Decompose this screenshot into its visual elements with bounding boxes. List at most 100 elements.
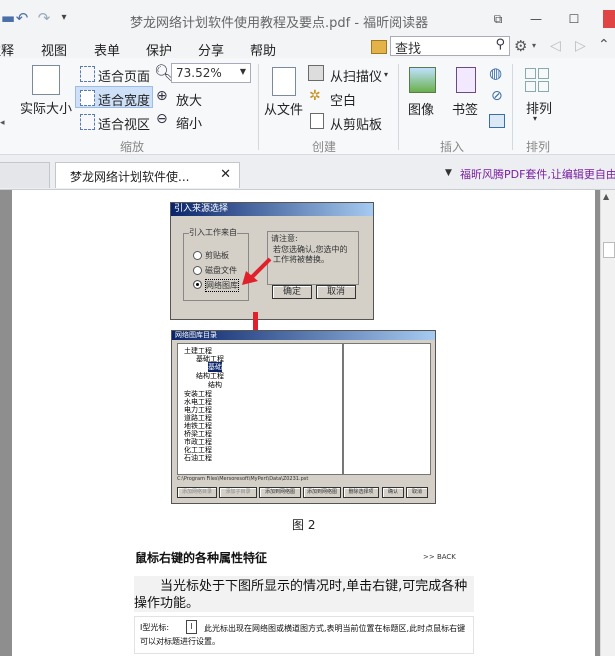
from-scanner-button[interactable]: 从扫描仪 xyxy=(330,66,382,85)
tab-document-label: 梦龙网络计划软件使... xyxy=(70,170,190,184)
section-heading: 鼠标右键的各种属性特征 xyxy=(135,551,268,565)
fit-view-button[interactable]: 适合视区 xyxy=(98,114,150,133)
add-to-network-button-2[interactable]: 添加到网络图 xyxy=(303,487,341,498)
cursor-note-text: 此光标出现在网络图或横道图方式,表明当前位置在标题区,此时点鼠标右键可以对标题进… xyxy=(140,624,466,646)
dialog2-ok-button[interactable]: 确认 xyxy=(382,487,404,498)
previous-result-icon[interactable]: ◁ xyxy=(550,38,561,54)
from-clipboard-button[interactable]: 从剪贴板 xyxy=(330,114,382,133)
blank-page-icon[interactable]: ✲ xyxy=(309,88,321,104)
back-link[interactable]: >> BACK xyxy=(423,553,456,561)
network-library-dialog: 网络图库目录 土建工程 基础工程 基础 结构工程 结构 安装工程 水电工程 电力… xyxy=(171,330,436,504)
restore-layout-button[interactable]: ⧉ xyxy=(486,9,510,29)
from-file-icon[interactable] xyxy=(272,67,296,96)
add-subdir-button[interactable]: 添加子目录 xyxy=(219,487,257,498)
library-tree[interactable]: 土建工程 基础工程 基础 结构工程 结构 安装工程 水电工程 电力工程 道路工程… xyxy=(177,343,343,475)
settings-dropdown-icon[interactable]: ▾ xyxy=(532,41,536,50)
menu-view[interactable]: 视图 xyxy=(41,40,67,59)
tab-list-dropdown-icon[interactable]: ▼ xyxy=(445,168,452,178)
fit-page-icon[interactable] xyxy=(80,66,95,82)
from-scanner-dropdown-icon[interactable]: ▾ xyxy=(384,70,388,79)
zoom-level-value: 73.52% xyxy=(176,66,222,80)
blank-button[interactable]: 空白 xyxy=(330,90,356,109)
video-icon[interactable] xyxy=(489,114,505,128)
fit-view-icon[interactable] xyxy=(80,114,95,130)
search-input[interactable]: 查找 ⚲ xyxy=(390,36,510,57)
minimize-button[interactable]: — xyxy=(524,9,548,29)
library-path: C:\Program Files\Mersoresoft\MyPert\Data… xyxy=(177,476,309,482)
undo-icon[interactable]: ↶ xyxy=(14,10,30,26)
window-title: 梦龙网络计划软件使用教程及要点.pdf - 福昕阅读器 xyxy=(130,16,429,31)
delete-selection-button[interactable]: 删除选择项 xyxy=(343,487,379,498)
dialog2-cancel-button[interactable]: 取消 xyxy=(406,487,428,498)
arrange-dropdown-icon[interactable]: ▾ xyxy=(533,114,537,123)
tab-document[interactable]: 梦龙网络计划软件使... ✕ xyxy=(55,162,240,188)
redo-icon[interactable]: ↷ xyxy=(36,10,52,26)
menu-help[interactable]: 帮助 xyxy=(250,40,276,59)
add-to-network-button[interactable]: 添加到网络图 xyxy=(259,487,301,498)
menu-protect[interactable]: 保护 xyxy=(146,40,172,59)
fit-page-button[interactable]: 适合页面 xyxy=(98,66,150,85)
tab-start[interactable] xyxy=(0,162,50,188)
scanner-icon[interactable] xyxy=(308,65,324,81)
link-globe-icon[interactable]: ◍ xyxy=(489,64,502,82)
maximize-button[interactable]: ☐ xyxy=(562,9,586,29)
actual-size-icon[interactable] xyxy=(32,65,60,95)
next-result-icon[interactable]: ▷ xyxy=(575,38,586,54)
close-tab-icon[interactable]: ✕ xyxy=(220,167,231,182)
network-library-dialog-title: 网络图库目录 xyxy=(172,331,435,340)
library-preview-pane xyxy=(343,343,431,475)
zoom-dropdown-icon[interactable]: ▼ xyxy=(240,67,246,76)
arrange-button[interactable]: 排列 xyxy=(526,98,552,117)
dialog1-ok-button[interactable]: 确定 xyxy=(272,285,312,299)
from-file-button[interactable]: 从文件 xyxy=(264,99,303,118)
clipboard-icon[interactable] xyxy=(310,113,324,129)
zoom-level-select[interactable]: 73.52% ▼ xyxy=(171,63,251,83)
attachment-icon[interactable]: ⊘ xyxy=(491,88,503,104)
close-button[interactable] xyxy=(603,10,615,28)
search-icon[interactable]: ⚲ xyxy=(495,37,505,52)
bookmark-icon[interactable] xyxy=(456,67,476,93)
image-button[interactable]: 图像 xyxy=(408,99,434,118)
fit-width-icon[interactable] xyxy=(80,90,95,106)
radio-clipboard-label: 剪贴板 xyxy=(205,251,229,260)
group-label-arrange: 排列 xyxy=(526,140,551,154)
settings-gear-icon[interactable]: ⚙ xyxy=(514,37,527,55)
zoom-out-button[interactable]: 缩小 xyxy=(176,113,202,132)
radio-clipboard[interactable] xyxy=(193,251,202,260)
scroll-thumb[interactable] xyxy=(603,242,615,258)
folder-search-icon[interactable] xyxy=(371,40,387,54)
radio-disk-file-label: 磁盘文件 xyxy=(205,266,237,275)
menu-share[interactable]: 分享 xyxy=(198,40,224,59)
search-placeholder: 查找 xyxy=(395,42,422,57)
arrange-icon[interactable] xyxy=(525,68,549,92)
fit-width-button[interactable]: 适合宽度 xyxy=(98,90,150,109)
import-source-dialog-title: 引入来源选择 xyxy=(171,203,373,216)
menu-form[interactable]: 表单 xyxy=(94,40,120,59)
radio-network-library[interactable] xyxy=(193,280,202,289)
paragraph-text: 当光标处于下图所显示的情况时,单击右键,可完成各种操作功能。 xyxy=(134,579,468,611)
zoom-out-icon[interactable]: ⊖ xyxy=(156,111,168,127)
zoom-in-icon[interactable]: ⊕ xyxy=(156,88,168,104)
promo-link[interactable]: 福昕风腾PDF套件,让编辑更自由 xyxy=(460,166,615,182)
group-label-zoom: 缩放 xyxy=(120,140,145,154)
ribbon-separator xyxy=(512,64,513,150)
ribbon-separator xyxy=(258,64,259,150)
image-icon[interactable] xyxy=(409,67,436,93)
vertical-scrollbar[interactable]: ▲ xyxy=(600,190,615,656)
group-label-insert: 插入 xyxy=(440,140,465,154)
radio-network-library-label: 网络图库 xyxy=(205,279,239,292)
actual-size-button[interactable]: 实际大小 xyxy=(20,98,72,117)
scroll-up-icon[interactable]: ▲ xyxy=(603,192,609,201)
add-network-dir-button[interactable]: 添加网络目录 xyxy=(177,487,217,498)
notice-body: 若您选确认,您选中的工作将被替换。 xyxy=(273,245,348,264)
zoom-in-button[interactable]: 放大 xyxy=(176,90,202,109)
notice-title: 请注意: xyxy=(271,234,298,243)
tree-item[interactable]: 石油工程 xyxy=(184,453,212,463)
bookmark-button[interactable]: 书签 xyxy=(452,99,478,118)
dialog1-cancel-button[interactable]: 取消 xyxy=(316,285,356,299)
ribbon-collapse-icon[interactable]: ⌃ xyxy=(598,37,610,53)
menu-comment[interactable]: 注释 xyxy=(0,40,14,59)
radio-disk-file[interactable] xyxy=(193,266,202,275)
red-arrow-pointer xyxy=(242,257,272,285)
customize-quick-access-icon[interactable]: ▾ xyxy=(56,10,72,26)
